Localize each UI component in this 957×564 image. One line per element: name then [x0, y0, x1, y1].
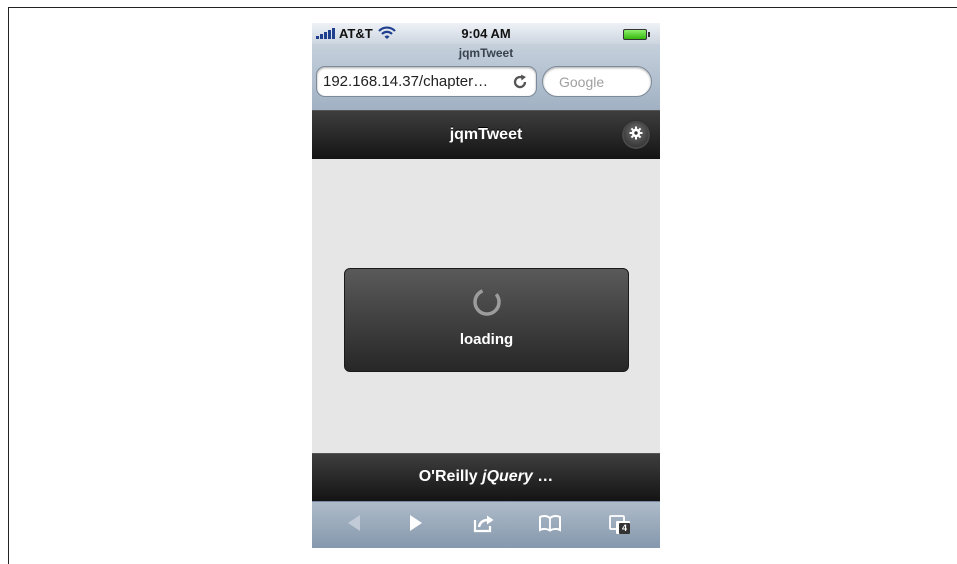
url-text: 192.168.14.37/chapter… — [323, 73, 489, 90]
bookmarks-button[interactable] — [536, 512, 564, 538]
share-icon — [473, 513, 495, 538]
loading-overlay: loading — [344, 268, 629, 372]
frame-left-border — [8, 7, 9, 564]
browser-chrome: jqmTweet 192.168.14.37/chapter… Google — [312, 44, 660, 110]
status-bar: AT&T 9:04 AM — [312, 23, 660, 44]
spinner-icon — [469, 284, 505, 320]
tabs-button[interactable]: 4 — [606, 512, 634, 538]
settings-button[interactable] — [624, 123, 648, 147]
phone-screen: AT&T 9:04 AM jqmTweet 192.168.14.37/chap… — [312, 23, 660, 548]
browser-toolbar: 4 — [312, 501, 660, 548]
app-footer: O'Reilly jQuery … — [312, 453, 660, 501]
reload-icon[interactable] — [510, 72, 530, 92]
loading-text: loading — [459, 331, 514, 348]
back-button[interactable] — [340, 512, 368, 538]
tab-count-badge: 4 — [619, 523, 630, 534]
browser-page-title: jqmTweet — [458, 46, 514, 60]
footer-text-suffix: … — [532, 468, 554, 485]
search-placeholder: Google — [559, 74, 605, 90]
tabs-icon: 4 — [608, 514, 632, 536]
frame-top-border — [8, 7, 957, 8]
bookmarks-icon — [538, 514, 562, 537]
app-header: jqmTweet — [312, 110, 660, 159]
search-input[interactable]: Google — [542, 66, 652, 97]
forward-icon — [408, 514, 424, 537]
footer-text-prefix: O'Reilly — [418, 468, 483, 485]
page-title: jqmTweet — [449, 126, 523, 143]
battery-icon — [623, 29, 650, 40]
status-time: 9:04 AM — [461, 26, 511, 41]
url-field[interactable]: 192.168.14.37/chapter… — [316, 66, 537, 97]
back-icon — [346, 514, 362, 537]
forward-button[interactable] — [402, 512, 430, 538]
gear-icon — [629, 126, 643, 145]
share-button[interactable] — [470, 512, 498, 538]
footer-text-emphasis: jQuery — [482, 468, 533, 485]
page-content: loading — [312, 159, 660, 453]
